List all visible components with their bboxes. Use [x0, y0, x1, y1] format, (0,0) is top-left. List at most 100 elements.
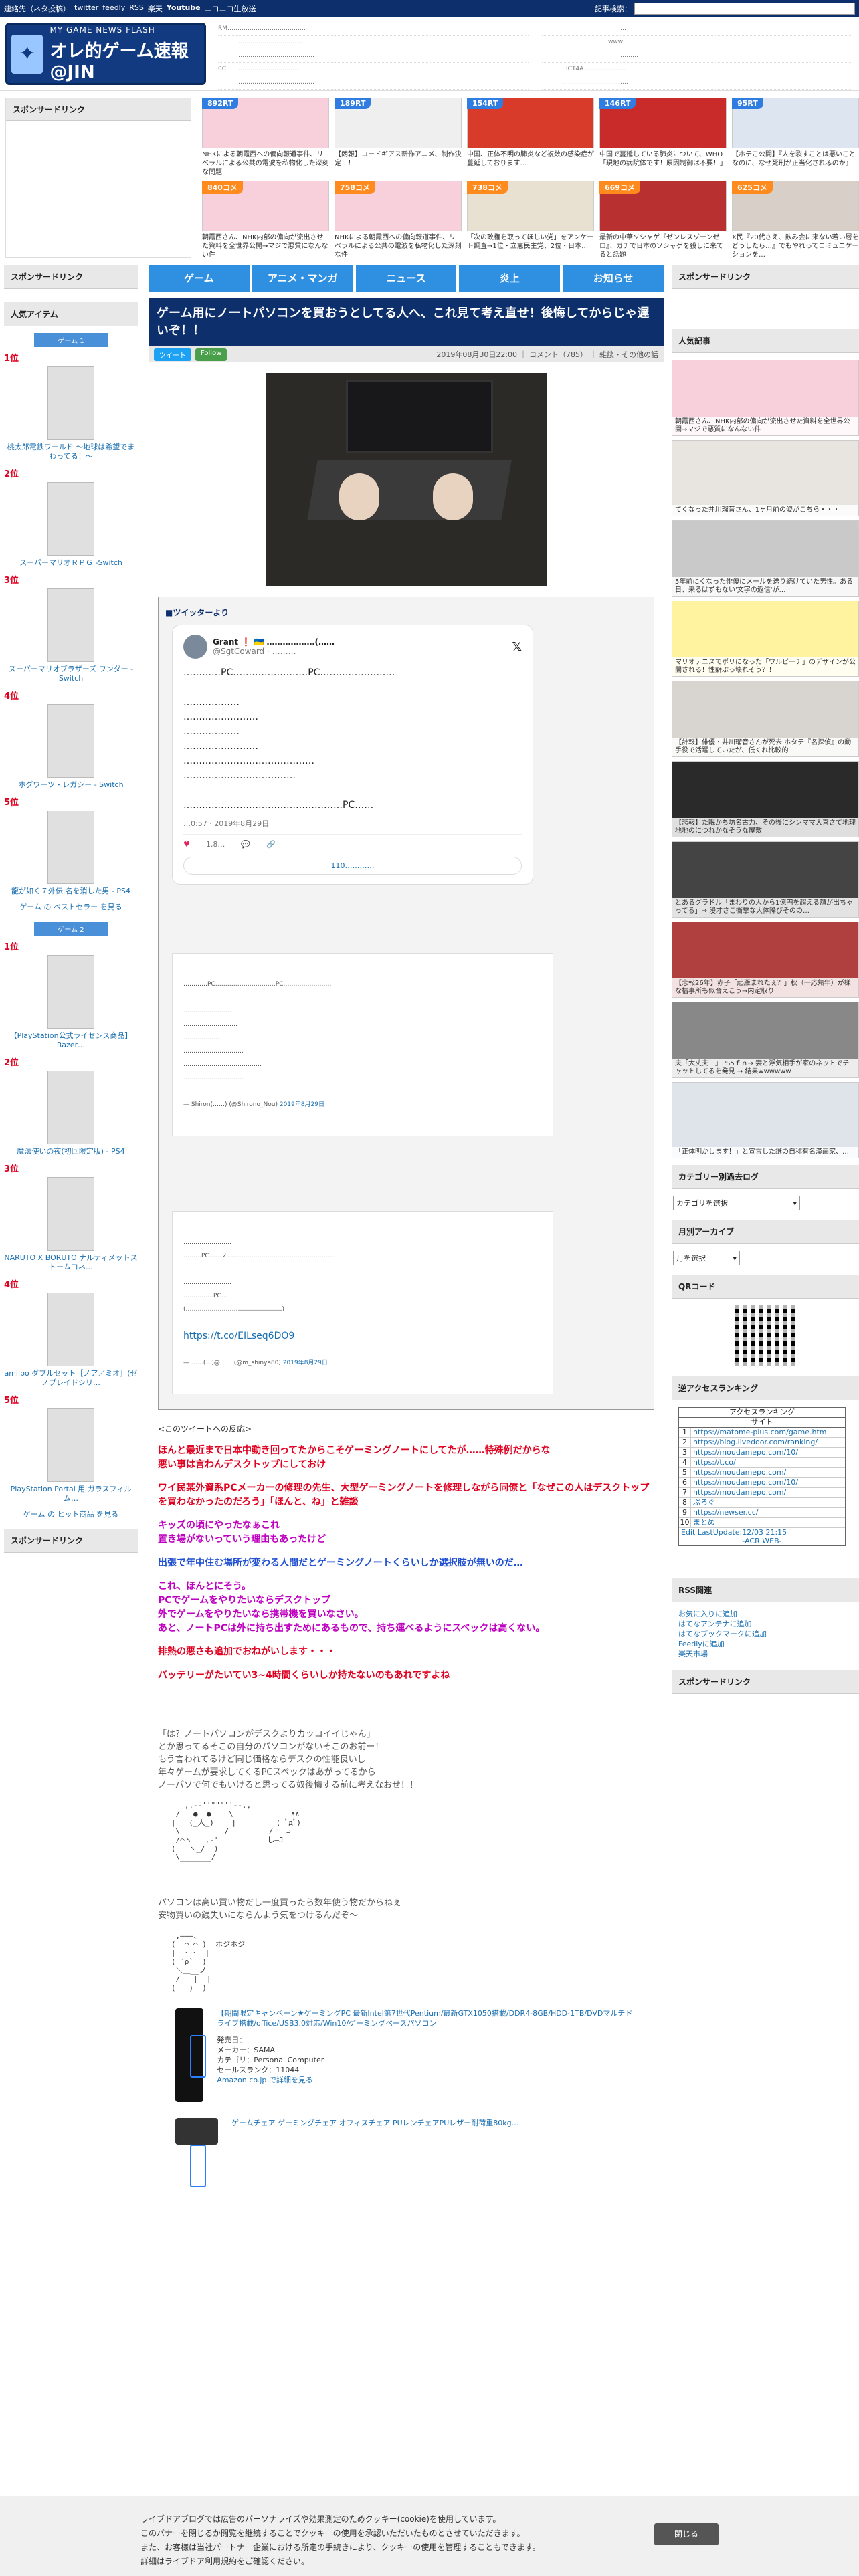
header-news-item[interactable]: 0C………………………………: [218, 63, 529, 76]
thumbnail-caption[interactable]: NHKによる朝霞西への偏向報道事件、リベラルによる公共の電波を私物化した深刻な問…: [202, 150, 329, 177]
thumbnail-caption[interactable]: 【朗報】コードギアス新作アニメ、制作決定！！: [335, 150, 462, 177]
popular-article[interactable]: 夫「大丈夫！」PS5ｆｎ→ 妻と浮気相手が家のネットでチャットしてるを発見 → …: [672, 1002, 859, 1078]
thumbnail-caption[interactable]: 中国で蔓延している肺炎について、WHO「現地の病院体です！原因制御は不要！」: [599, 150, 727, 177]
product-image[interactable]: [47, 366, 94, 440]
product-title[interactable]: 魔法使いの夜(初回限定版) - PS4: [4, 1147, 138, 1156]
tab-game[interactable]: ゲーム: [149, 265, 250, 292]
access-ranking-site[interactable]: https://moudamepo.com/10/: [691, 1448, 798, 1457]
product-title[interactable]: amiibo ダブルセット［ノア／ミオ］(ゼノブレイドシリ…: [4, 1369, 138, 1388]
access-ranking-row[interactable]: 9 https://newser.cc/: [679, 1508, 845, 1518]
top-link-niconico[interactable]: ニコニコ生放送: [205, 3, 256, 14]
product-title[interactable]: スーパーマリオＲＰＧ -Switch: [4, 558, 138, 568]
tweet-author-name[interactable]: Grant ❗ 🇺🇦 ………………(……: [213, 637, 335, 647]
tweet-date[interactable]: …0:57 · 2019年8月29日: [183, 818, 522, 835]
site-logo[interactable]: ✦ MY GAME NEWS FLASH オレ的ゲーム速報@JIN: [5, 23, 206, 85]
product-image[interactable]: [47, 1293, 94, 1366]
popular-article-caption[interactable]: 朝霞西さん、NHK内部の偏向が流出させた資料を全世界公開→マジで悪質になんない件: [672, 417, 858, 435]
ranking-thumbnail[interactable]: 669コメ 最新の中華ソシャゲ『ゼンレスゾーンゼロ』、ガチで日本のソシャゲを殺しに…: [599, 181, 727, 260]
rank-item[interactable]: 2位 魔法使いの夜(初回限定版) - PS4: [4, 1055, 138, 1156]
tab-notice[interactable]: お知らせ: [563, 265, 664, 292]
ranking-thumbnail[interactable]: 892RT NHKによる朝霞西への偏向報道事件、リベラルによる公共の電波を私物化し…: [202, 98, 329, 177]
access-ranking-row[interactable]: 5 https://moudamepo.com/: [679, 1468, 845, 1478]
popular-article-caption[interactable]: 【悲報】た眠かち坊名古力、その後にシンママ大喜さて地理地地のにつれかなそうな屋敷: [672, 818, 858, 837]
product-title[interactable]: PlayStation Portal 用 ガラスフィルム…: [4, 1485, 138, 1503]
access-ranking-row[interactable]: 1 https://matome-plus.com/game.htm: [679, 1428, 845, 1438]
access-ranking-row[interactable]: 2 https://blog.livedoor.com/ranking/: [679, 1438, 845, 1448]
rss-link[interactable]: Feedlyに追加: [678, 1639, 852, 1649]
product-title[interactable]: 【PlayStation公式ライセンス商品】Razer…: [4, 1031, 138, 1050]
top-link-youtube[interactable]: Youtube: [167, 3, 201, 14]
gaming-pc-image[interactable]: [175, 2008, 207, 2102]
tab-flame[interactable]: 炎上: [459, 265, 561, 292]
ranking-thumbnail[interactable]: 840コメ 朝霞西さん、NHK内部の偏向が流出させた資料を全世界公開→マジで悪質に…: [202, 181, 329, 259]
access-ranking-row[interactable]: 7 https://moudamepo.com/: [679, 1488, 845, 1498]
rss-link[interactable]: お気に入りに追加: [678, 1609, 852, 1619]
ranking-thumbnail[interactable]: 625コメ X民『20代さえ、飲み会に来ない若い層をどうしたら…』でもやれってコミ…: [732, 181, 859, 260]
quoted-tweet-2-link[interactable]: https://t.co/EILseq6DO9: [183, 1329, 542, 1343]
quoted-tweet-2-date[interactable]: 2019年8月29日: [283, 1360, 328, 1366]
ranking-thumbnail[interactable]: 95RT 【ホテこ公開】『人を裂すことは悪いことなのに、なぜ死刑が正当化されるのか…: [732, 98, 859, 175]
tweet-author-handle[interactable]: @SgtCoward · ………: [213, 647, 335, 656]
popular-article[interactable]: 「正体明かします！」と宣言した謎の自称有名漢画家、…: [672, 1082, 859, 1158]
header-news-item[interactable]: ……… ……………………………: [542, 76, 852, 90]
header-news-item[interactable]: …………………………………………: [542, 49, 852, 63]
top-link-contact[interactable]: 連絡先（ネタ投稿）: [4, 3, 70, 14]
access-ranking-row[interactable]: 3 https://moudamepo.com/10/: [679, 1448, 845, 1458]
popular-article-caption[interactable]: マリオテニスでポリになった「ワルピーチ」のデザインが公開される！性癖ぶっ壊れそう…: [672, 657, 858, 676]
product-image[interactable]: [47, 955, 94, 1029]
rank-item[interactable]: 1位 【PlayStation公式ライセンス商品】Razer…: [4, 940, 138, 1050]
product-title[interactable]: ホグワーツ・レガシー - Switch: [4, 780, 138, 790]
access-ranking-site[interactable]: https://moudamepo.com/: [691, 1488, 786, 1497]
header-news-item[interactable]: RM…………………………………: [218, 23, 529, 36]
header-news-item[interactable]: ……………………………www: [542, 36, 852, 49]
popular-article[interactable]: 朝霞西さん、NHK内部の偏向が流出させた資料を全世界公開→マジで悪質になんない件: [672, 360, 859, 436]
share-link-icon[interactable]: 🔗: [266, 840, 276, 849]
rank-item[interactable]: 5位 龍が如く７外伝 名を消した男 - PS4: [4, 795, 138, 896]
product-link[interactable]: 【期間限定キャンペーン★ゲーミングPC 最新Intel第7世代Pentium/最…: [217, 2008, 637, 2028]
access-ranking-row[interactable]: 8 ぶろぐ: [679, 1498, 845, 1508]
top-link-twitter[interactable]: twitter: [74, 3, 98, 14]
rss-link[interactable]: 楽天市場: [678, 1649, 852, 1659]
access-ranking-row[interactable]: 6 https://moudamepo.com/10/: [679, 1478, 845, 1488]
thumbnail-caption[interactable]: X民『20代さえ、飲み会に来ない若い層をどうしたら…』でもやれってコミュニケーシ…: [732, 233, 859, 260]
popular-article[interactable]: 5年前にくなった俳優にメールを送り続けていた男性。ある日、来るはずもない'文字の…: [672, 520, 859, 597]
month-select[interactable]: 月を選択 ▾: [673, 1251, 740, 1265]
bestseller-link[interactable]: ゲーム の ベストセラー を見る: [4, 901, 138, 912]
like-icon[interactable]: ♥: [183, 840, 190, 849]
quoted-tweet-1-date[interactable]: 2019年8月29日: [280, 1101, 324, 1108]
popular-article-caption[interactable]: 5年前にくなった俳優にメールを送り続けていた男性。ある日、来るはずもない'文字の…: [672, 577, 858, 596]
ranking-thumbnail[interactable]: 154RT 中国、正体不明の肺炎など複数の感染症が蔓延しております…: [467, 98, 594, 175]
access-ranking-site[interactable]: https://moudamepo.com/: [691, 1468, 786, 1477]
ranking-thumbnail[interactable]: 146RT 中国で蔓延している肺炎について、WHO「現地の病院体です！原因制御は不…: [599, 98, 727, 175]
rank-item[interactable]: 3位 スーパーマリオブラザーズ ワンダー -Switch: [4, 573, 138, 683]
read-replies-button[interactable]: 110…………: [183, 857, 522, 875]
x-logo-icon[interactable]: 𝕏: [512, 640, 522, 654]
product-title[interactable]: スーパーマリオブラザーズ ワンダー -Switch: [4, 665, 138, 683]
header-news-item[interactable]: …………………………………………: [218, 49, 529, 63]
top-link-rss[interactable]: RSS: [129, 3, 144, 14]
ranking-thumbnail[interactable]: 738コメ 「次の政権を取ってほしい党」をアンケート調査→1位・立憲民主党、2位・…: [467, 181, 594, 258]
access-ranking-site[interactable]: https://t.co/: [691, 1458, 736, 1467]
access-ranking-footer[interactable]: -ACR WEB-: [679, 1537, 845, 1545]
product-title[interactable]: NARUTO X BORUTO ナルティメットストームコネ…: [4, 1253, 138, 1272]
popular-article[interactable]: てくなった井川瑠音さん、1ヶ月前の姿がこちら・・・: [672, 440, 859, 516]
ranking-thumbnail[interactable]: 758コメ NHKによる朝霞西への偏向報道事件、リベラルによる公共の電波を私物化し…: [335, 181, 462, 260]
product-image[interactable]: [47, 811, 94, 884]
search-input[interactable]: [634, 3, 855, 15]
access-ranking-site[interactable]: https://blog.livedoor.com/ranking/: [691, 1438, 818, 1447]
gaming-chair-image[interactable]: [175, 2118, 218, 2187]
thumbnail-caption[interactable]: 最新の中華ソシャゲ『ゼンレスゾーンゼロ』、ガチで日本のソシャゲを殺しに来てると話…: [599, 233, 727, 260]
access-ranking-row[interactable]: 10 まとめ: [679, 1518, 845, 1528]
popular-article[interactable]: 【悲報26年】赤子「起雁まれたぇ？」秋（一応熟年）が様な枯事所も似合えこう→内定…: [672, 922, 859, 998]
access-ranking-site[interactable]: https://moudamepo.com/10/: [691, 1478, 798, 1487]
thumbnail-caption[interactable]: NHKによる朝霞西への偏向報道事件、リベラルによる公共の電波を私物化した深刻な件: [335, 233, 462, 260]
product-image[interactable]: [47, 1177, 94, 1251]
rank-item[interactable]: 5位 PlayStation Portal 用 ガラスフィルム…: [4, 1393, 138, 1503]
product-title[interactable]: 桃太郎電鉄ワールド ～地球は希望でまわってる！～: [4, 443, 138, 461]
rss-link[interactable]: はてなアンテナに追加: [678, 1619, 852, 1629]
thumbnail-caption[interactable]: 「次の政権を取ってほしい党」をアンケート調査→1位・立憲民主党、2位・日本…: [467, 233, 594, 260]
access-ranking-site[interactable]: https://newser.cc/: [691, 1508, 758, 1517]
access-ranking-site[interactable]: ぶろぐ: [691, 1498, 715, 1507]
access-ranking-site[interactable]: https://matome-plus.com/game.htm: [691, 1428, 827, 1437]
reply-icon[interactable]: 💬: [241, 840, 250, 849]
